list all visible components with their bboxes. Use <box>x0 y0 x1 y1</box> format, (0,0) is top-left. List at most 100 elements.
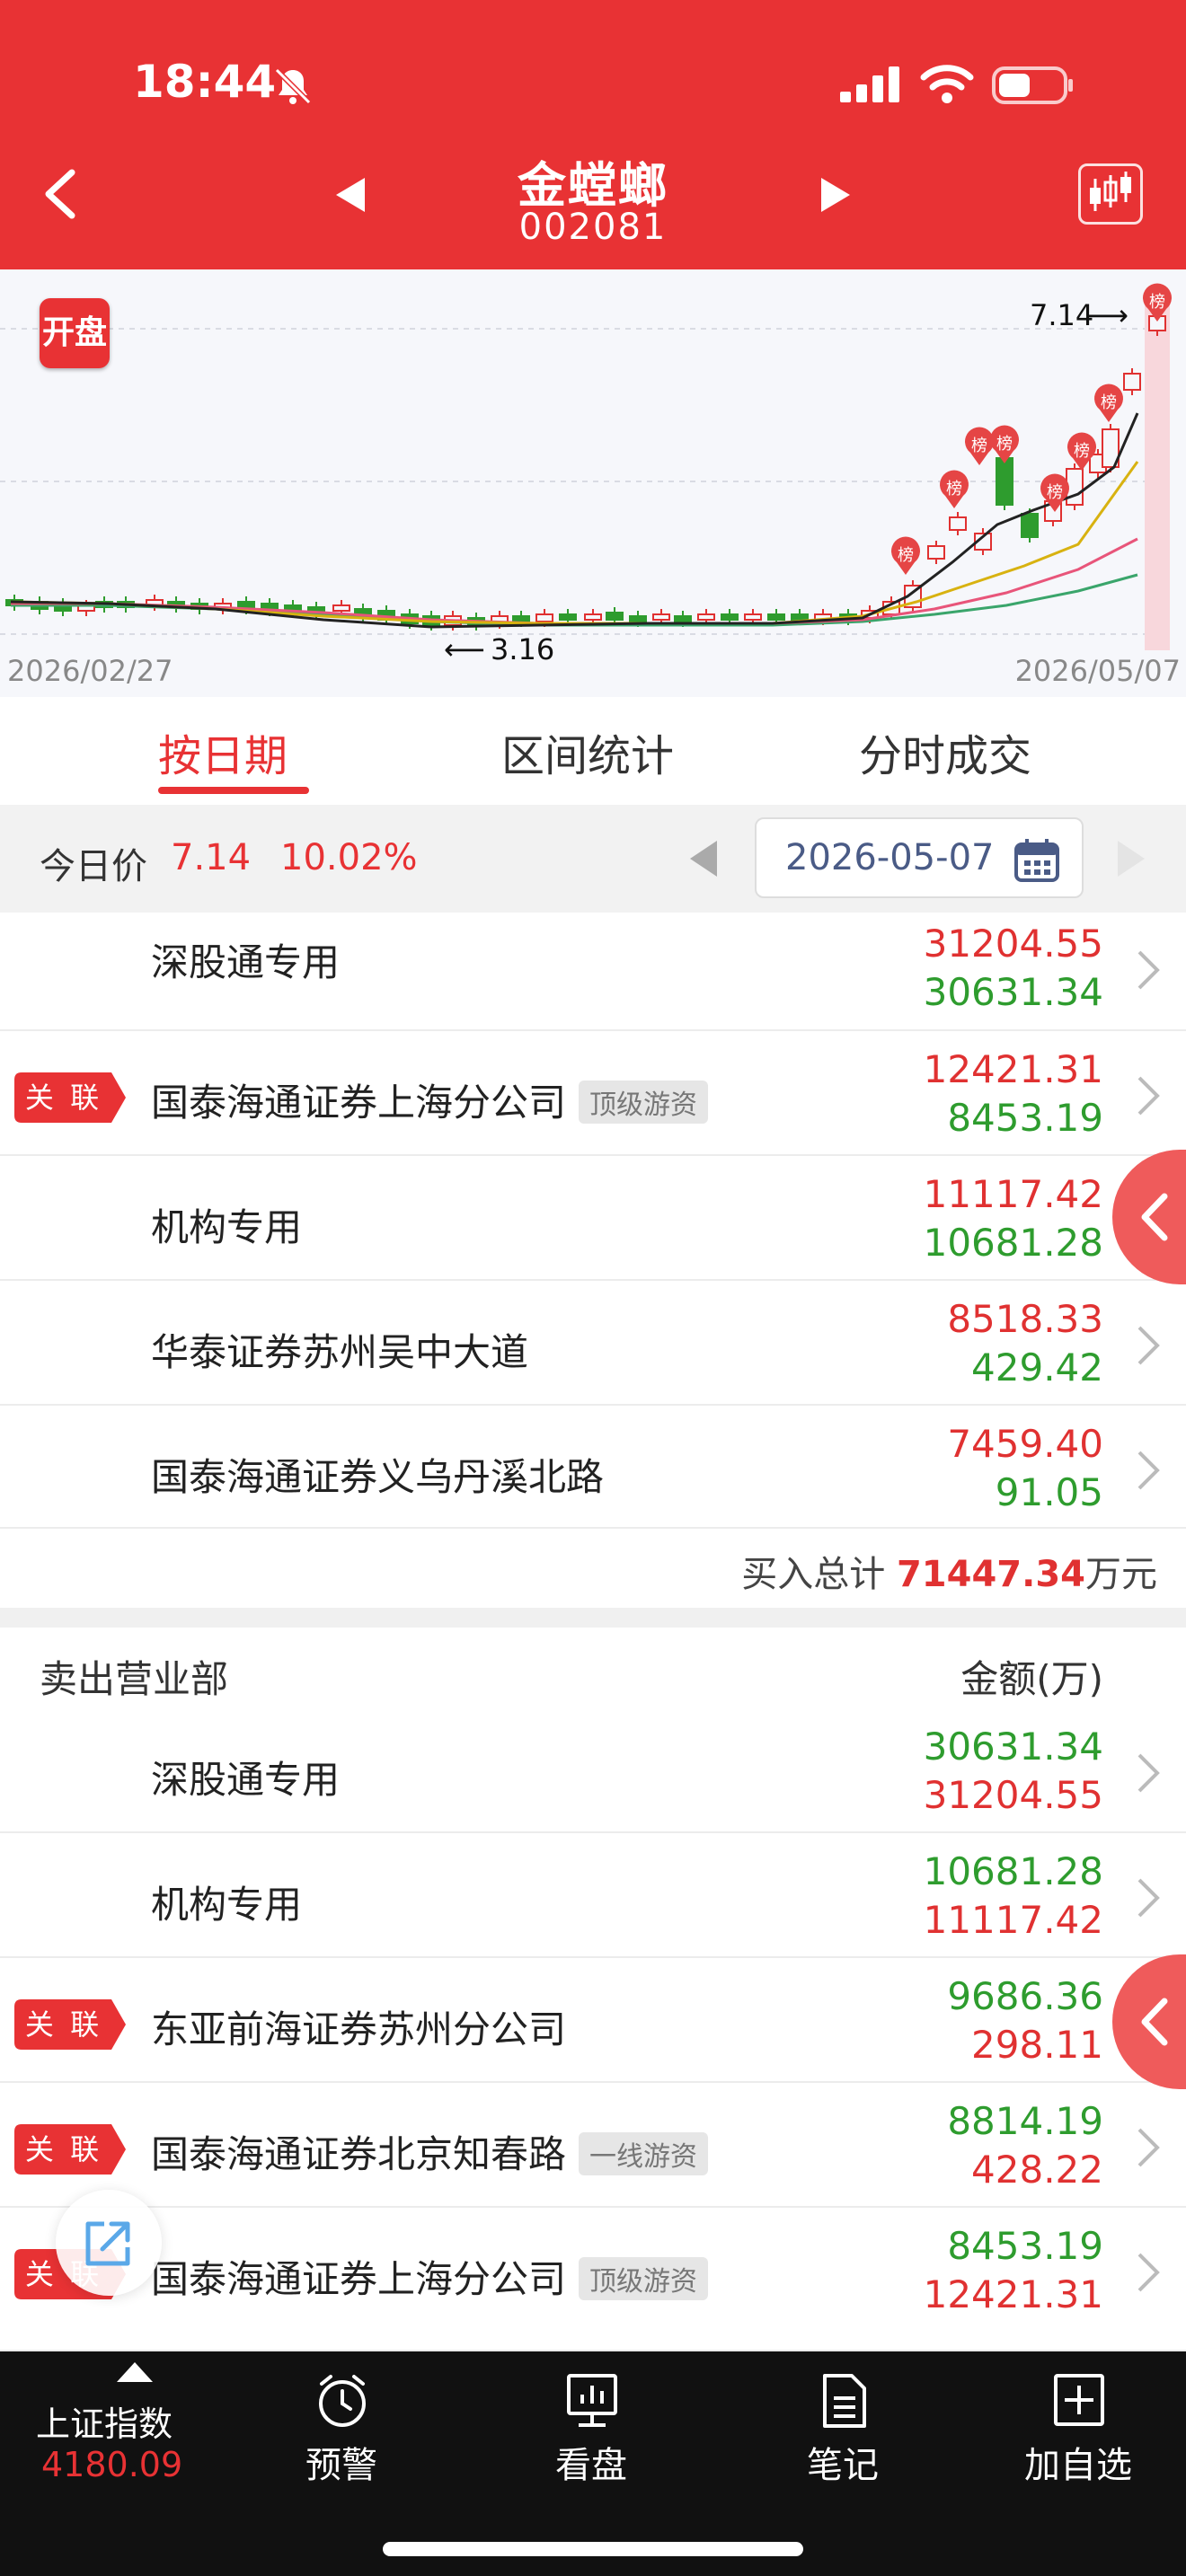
chevron-right-icon <box>1137 1076 1160 1116</box>
candle-body <box>1123 373 1141 391</box>
broker-tag: 一线游资 <box>579 2131 709 2175</box>
nav-add-watchlist[interactable]: 加自选 <box>997 2351 1159 2513</box>
chevron-right-icon <box>1137 2253 1160 2292</box>
chart-start-date: 2026/02/27 <box>7 654 173 688</box>
candle-body <box>744 613 762 621</box>
kline-toggle-button[interactable] <box>1078 163 1143 225</box>
buy-amount: 298.11 <box>971 2023 1103 2067</box>
next-stock-icon[interactable] <box>819 176 852 214</box>
low-price-label: 3.16 <box>491 632 555 666</box>
nav-notes[interactable]: 笔记 <box>762 2351 924 2513</box>
candle-body <box>927 545 945 560</box>
previous-stock-icon[interactable] <box>334 176 367 214</box>
list-item[interactable]: 关 联 国泰海通证券北京知春路 一线游资 8814.19 428.22 <box>0 2083 1186 2208</box>
list-item[interactable]: 国泰海通证券义乌丹溪北路 7459.40 91.05 <box>0 1406 1186 1529</box>
tab-by-date[interactable]: 按日期 <box>158 720 288 783</box>
bottom-navigation: 上证指数 4180.09 预警 看盘 笔记 加自选 <box>0 2351 1186 2576</box>
list-item[interactable]: 机构专用 11117.42 10681.28 <box>0 1156 1186 1281</box>
candle-body <box>1021 513 1039 538</box>
candle-body <box>535 613 553 622</box>
list-item[interactable]: 深股通专用 31204.55 30631.34 <box>0 913 1186 1031</box>
list-item[interactable]: 关 联 国泰海通证券上海分公司 顶级游资 8453.19 12421.31 <box>0 2208 1186 2351</box>
chevron-right-icon <box>1137 2128 1160 2167</box>
tab-intraday-trades[interactable]: 分时成交 <box>859 720 1031 783</box>
associated-badge: 关 联 <box>14 2124 126 2175</box>
sell-amount: 8453.19 <box>947 2224 1103 2268</box>
status-time: 18:44 <box>133 56 277 108</box>
buy-amount: 8518.33 <box>947 1297 1103 1341</box>
date-picker[interactable]: 2026-05-07 <box>755 817 1084 898</box>
today-price-label: 今日价 <box>40 846 147 887</box>
calendar-icon <box>1014 839 1059 882</box>
monitor-chart-icon <box>567 2374 617 2427</box>
buy-amount: 428.22 <box>971 2148 1103 2192</box>
rank-pin-label: 榜 <box>898 546 914 565</box>
rank-pin-label: 榜 <box>1101 393 1117 412</box>
buy-amount: 11117.42 <box>923 1898 1103 1942</box>
price-info-bar: 今日价 7.14 10.02% 2026-05-07 <box>0 805 1186 913</box>
list-item[interactable]: 深股通专用 30631.34 31204.55 <box>0 1708 1186 1833</box>
candlesticks <box>5 311 1166 631</box>
next-date-icon[interactable] <box>1114 839 1146 878</box>
list-item[interactable]: 关 联 国泰海通证券上海分公司 顶级游资 12421.31 8453.19 <box>0 1031 1186 1156</box>
chevron-right-icon <box>1137 1326 1160 1365</box>
nav-alert-label: 预警 <box>305 2445 377 2486</box>
share-button[interactable] <box>56 2190 162 2296</box>
list-item[interactable]: 华泰证券苏州吴中大道 8518.33 429.42 <box>0 1281 1186 1406</box>
candle-body <box>629 615 647 622</box>
chevron-left-icon <box>1141 1998 1168 2046</box>
share-icon <box>85 2221 130 2266</box>
list-item[interactable]: 机构专用 10681.28 11117.42 <box>0 1833 1186 1958</box>
high-arrow-icon: ⟶ <box>1087 298 1128 332</box>
buy-amount: 31204.55 <box>923 922 1103 966</box>
tab-bar: 按日期 区间统计 分时成交 <box>0 697 1186 805</box>
candle-body <box>697 613 715 621</box>
rank-pin-label: 榜 <box>1047 483 1063 502</box>
tab-range-stats[interactable]: 区间统计 <box>501 720 674 783</box>
sell-amount: 10681.28 <box>923 1849 1103 1893</box>
buy-total-value: 71447.34 <box>896 1554 1085 1595</box>
amount-column-header: 金额(万) <box>960 1657 1103 1701</box>
caret-up-icon <box>117 2362 153 2382</box>
candle-body <box>949 516 967 531</box>
broker-name: 深股通专用 <box>151 1758 341 1802</box>
broker-name: 国泰海通证券北京知春路 一线游资 <box>151 2124 709 2179</box>
sell-section-header: 卖出营业部 金额(万) <box>0 1628 1186 1708</box>
candle-body <box>767 613 785 621</box>
chevron-right-icon <box>1137 1878 1160 1918</box>
document-icon <box>823 2374 866 2428</box>
stock-code: 002081 <box>518 207 668 248</box>
associated-badge: 关 联 <box>14 1072 126 1123</box>
back-icon[interactable] <box>40 167 79 221</box>
buy-total: 买入总计 71447.34万元 <box>0 1529 1186 1608</box>
broker-name: 机构专用 <box>151 1883 303 1927</box>
candle-body <box>791 613 809 621</box>
broker-tag: 顶级游资 <box>579 1080 709 1124</box>
broker-name: 国泰海通证券义乌丹溪北路 <box>151 1455 605 1499</box>
associated-badge: 关 联 <box>14 1999 126 2050</box>
candle-body <box>606 612 624 621</box>
app-header: 18:44 金螳螂 002081 <box>0 0 1186 269</box>
broker-name: 机构专用 <box>151 1205 303 1249</box>
list-item[interactable]: 关 联 东亚前海证券苏州分公司 9686.36 298.11 <box>0 1958 1186 2083</box>
buy-amount: 31204.55 <box>923 1773 1103 1817</box>
candle-body <box>559 613 577 621</box>
nav-alert[interactable]: 预警 <box>261 2351 422 2513</box>
today-price-value: 7.14 <box>171 837 252 878</box>
index-name: 上证指数 <box>36 2404 173 2444</box>
kline-chart[interactable]: 榜榜榜榜榜榜榜榜 开盘 7.14 ⟶ ⟵ 3.16 2026/02/27 202… <box>0 269 1186 697</box>
sell-section-title: 卖出营业部 <box>40 1657 229 1701</box>
broker-name: 国泰海通证券上海分公司 顶级游资 <box>151 1072 709 1127</box>
nav-watch[interactable]: 看盘 <box>510 2351 672 2513</box>
index-ticker[interactable]: 上证指数 4180.09 <box>27 2351 207 2513</box>
sell-amount: 91.05 <box>995 1470 1103 1514</box>
broker-name: 国泰海通证券上海分公司 顶级游资 <box>151 2249 709 2304</box>
buy-total-unit: 万元 <box>1085 1554 1157 1595</box>
chevron-right-icon <box>1137 1451 1160 1490</box>
add-square-icon <box>1054 2374 1104 2426</box>
selected-date: 2026-05-07 <box>785 837 995 878</box>
open-market-badge[interactable]: 开盘 <box>40 298 110 368</box>
cellular-signal-icon <box>840 66 899 102</box>
previous-date-icon[interactable] <box>688 839 721 878</box>
nav-add-watchlist-label: 加自选 <box>1024 2445 1132 2486</box>
